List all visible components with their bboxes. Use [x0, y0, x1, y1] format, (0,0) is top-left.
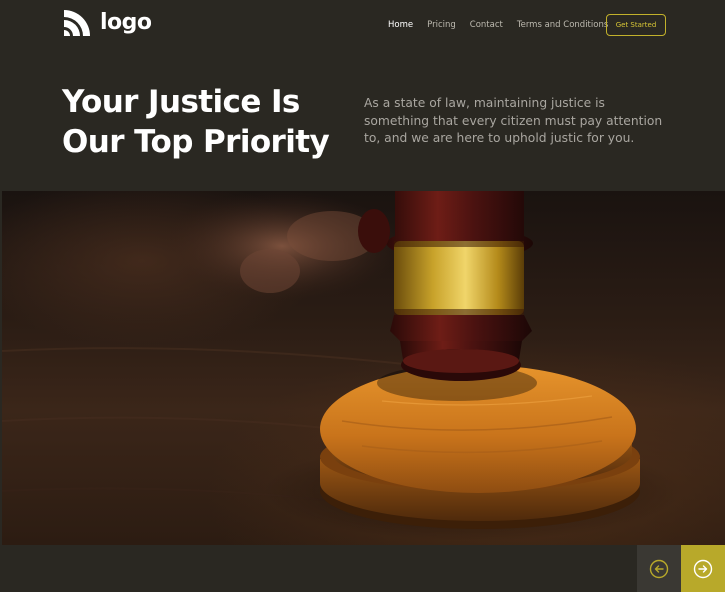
- bottom-bar: [0, 545, 725, 592]
- hero-headline: Your Justice Is Our Top Priority: [62, 82, 342, 162]
- arrow-right-circle-icon: [693, 559, 713, 578]
- arrow-left-circle-icon: [649, 559, 669, 578]
- hero-subtext: As a state of law, maintaining justice i…: [364, 96, 663, 145]
- nav-item-contact[interactable]: Contact: [470, 20, 503, 30]
- logo-icon: [64, 10, 90, 36]
- main-nav: Home Pricing Contact Terms and Condition…: [388, 20, 608, 30]
- get-started-button[interactable]: Get Started: [606, 14, 666, 36]
- slider-next-button[interactable]: [681, 545, 725, 592]
- nav-item-home[interactable]: Home: [388, 20, 413, 30]
- nav-item-pricing[interactable]: Pricing: [427, 20, 456, 30]
- hero-image: [2, 191, 725, 545]
- slider-prev-button[interactable]: [637, 545, 681, 592]
- hero-headline-line2: Our Top Priority: [62, 124, 330, 160]
- gavel-illustration: [2, 191, 682, 541]
- nav-item-terms[interactable]: Terms and Conditions: [517, 20, 608, 30]
- logo-text: logo: [100, 10, 152, 35]
- site-header: logo Home Pricing Contact Terms and Cond…: [0, 0, 725, 50]
- hero-headline-line1: Your Justice Is: [62, 84, 300, 120]
- logo-link[interactable]: logo: [62, 8, 152, 38]
